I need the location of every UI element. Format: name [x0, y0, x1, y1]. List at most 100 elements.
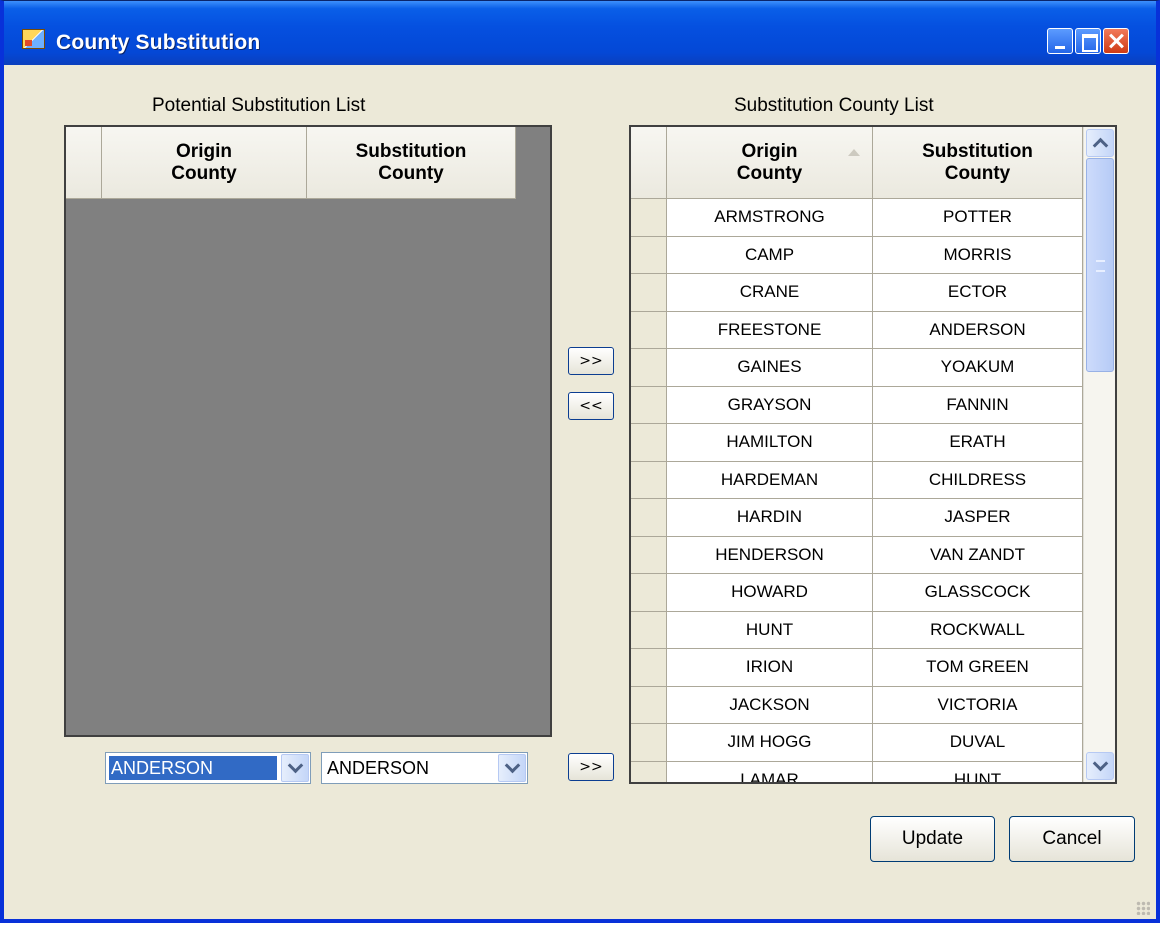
- row-header[interactable]: [631, 236, 667, 274]
- update-button[interactable]: Update: [870, 816, 995, 862]
- scroll-down-icon[interactable]: [1086, 752, 1114, 780]
- origin-county-select[interactable]: ANDERSON: [105, 752, 311, 784]
- origin-county-cell[interactable]: HENDERSON: [667, 536, 873, 574]
- column-header-origin-county[interactable]: Origin County: [102, 127, 307, 199]
- substitution-county-cell[interactable]: MORRIS: [873, 236, 1083, 274]
- substitution-county-cell[interactable]: ECTOR: [873, 274, 1083, 312]
- table-row[interactable]: FREESTONE ANDERSON: [631, 311, 1083, 349]
- substitution-county-cell[interactable]: FANNIN: [873, 386, 1083, 424]
- minimize-icon[interactable]: [1047, 28, 1073, 54]
- origin-county-cell[interactable]: HARDIN: [667, 499, 873, 537]
- origin-county-cell[interactable]: GRAYSON: [667, 386, 873, 424]
- origin-county-cell[interactable]: HARDEMAN: [667, 461, 873, 499]
- origin-county-cell[interactable]: GAINES: [667, 349, 873, 387]
- origin-county-cell[interactable]: IRION: [667, 649, 873, 687]
- row-header[interactable]: [631, 724, 667, 762]
- table-row[interactable]: GRAYSON FANNIN: [631, 386, 1083, 424]
- row-header-corner[interactable]: [631, 127, 667, 199]
- substitution-county-cell[interactable]: GLASSCOCK: [873, 574, 1083, 612]
- row-header[interactable]: [631, 536, 667, 574]
- row-header[interactable]: [631, 499, 667, 537]
- origin-county-cell[interactable]: LAMAR: [667, 761, 873, 782]
- substitution-county-cell[interactable]: ERATH: [873, 424, 1083, 462]
- table-row[interactable]: JIM HOGG DUVAL: [631, 724, 1083, 762]
- substitution-county-grid[interactable]: Origin County Substitution County ARMSTR…: [629, 125, 1117, 784]
- scroll-up-icon[interactable]: [1086, 129, 1114, 157]
- row-header[interactable]: [631, 349, 667, 387]
- substitution-county-cell[interactable]: POTTER: [873, 199, 1083, 237]
- row-header[interactable]: [631, 686, 667, 724]
- row-header[interactable]: [631, 311, 667, 349]
- substitution-county-cell[interactable]: VICTORIA: [873, 686, 1083, 724]
- resize-grip-icon[interactable]: [1136, 901, 1150, 915]
- grid-header: Origin County Substitution County: [66, 127, 516, 199]
- close-icon[interactable]: [1103, 28, 1129, 54]
- app-icon: [22, 29, 45, 49]
- table-row[interactable]: HAMILTON ERATH: [631, 424, 1083, 462]
- table-row[interactable]: CAMP MORRIS: [631, 236, 1083, 274]
- potential-list-title: Potential Substitution List: [152, 95, 366, 116]
- maximize-icon[interactable]: [1075, 28, 1101, 54]
- row-header[interactable]: [631, 274, 667, 312]
- row-header[interactable]: [631, 461, 667, 499]
- table-row[interactable]: GAINES YOAKUM: [631, 349, 1083, 387]
- substitution-county-cell[interactable]: VAN ZANDT: [873, 536, 1083, 574]
- substitution-county-cell[interactable]: YOAKUM: [873, 349, 1083, 387]
- title-bar[interactable]: County Substitution: [4, 1, 1156, 65]
- county-substitution-window: County Substitution Potential Substituti…: [0, 0, 1160, 923]
- table-row[interactable]: LAMAR HUNT: [631, 761, 1083, 782]
- cancel-button[interactable]: Cancel: [1009, 816, 1135, 862]
- row-header[interactable]: [631, 199, 667, 237]
- table-row[interactable]: HOWARD GLASSCOCK: [631, 574, 1083, 612]
- origin-county-cell[interactable]: HAMILTON: [667, 424, 873, 462]
- row-header[interactable]: [631, 761, 667, 782]
- table-row[interactable]: CRANE ECTOR: [631, 274, 1083, 312]
- row-header[interactable]: [631, 649, 667, 687]
- origin-county-cell[interactable]: HUNT: [667, 611, 873, 649]
- add-to-list-button[interactable]: >>: [568, 347, 614, 375]
- substitution-county-cell[interactable]: DUVAL: [873, 724, 1083, 762]
- origin-county-cell[interactable]: HOWARD: [667, 574, 873, 612]
- vertical-scrollbar[interactable]: [1083, 127, 1115, 782]
- row-header[interactable]: [631, 424, 667, 462]
- substitution-county-cell[interactable]: ANDERSON: [873, 311, 1083, 349]
- column-header-label: Origin County: [736, 140, 803, 184]
- substitution-county-cell[interactable]: HUNT: [873, 761, 1083, 782]
- table-row[interactable]: ARMSTRONG POTTER: [631, 199, 1083, 237]
- origin-county-cell[interactable]: JIM HOGG: [667, 724, 873, 762]
- origin-county-cell[interactable]: CRANE: [667, 274, 873, 312]
- grid-header: Origin County Substitution County: [631, 127, 1083, 199]
- substitution-county-cell[interactable]: TOM GREEN: [873, 649, 1083, 687]
- row-header[interactable]: [631, 611, 667, 649]
- column-header-substitution-county[interactable]: Substitution County: [873, 127, 1083, 199]
- substitution-county-select[interactable]: ANDERSON: [321, 752, 528, 784]
- chevron-down-icon[interactable]: [498, 754, 526, 782]
- table-row[interactable]: JACKSON VICTORIA: [631, 686, 1083, 724]
- column-header-origin-county[interactable]: Origin County: [667, 127, 873, 199]
- origin-county-cell[interactable]: CAMP: [667, 236, 873, 274]
- row-header-corner[interactable]: [66, 127, 102, 199]
- chevron-down-icon[interactable]: [281, 754, 309, 782]
- substitution-county-cell[interactable]: ROCKWALL: [873, 611, 1083, 649]
- substitution-county-cell[interactable]: CHILDRESS: [873, 461, 1083, 499]
- origin-county-cell[interactable]: ARMSTRONG: [667, 199, 873, 237]
- substitution-county-cell[interactable]: JASPER: [873, 499, 1083, 537]
- substitution-county-value: ANDERSON: [327, 758, 430, 778]
- origin-county-cell[interactable]: FREESTONE: [667, 311, 873, 349]
- add-selected-pair-button[interactable]: >>: [568, 753, 614, 781]
- column-header-substitution-county[interactable]: Substitution County: [307, 127, 516, 199]
- origin-county-cell[interactable]: JACKSON: [667, 686, 873, 724]
- grid-rows: ARMSTRONG POTTER CAMP MORRIS CRANE ECTOR FREES…: [631, 199, 1083, 782]
- potential-substitution-grid[interactable]: Origin County Substitution County: [64, 125, 552, 737]
- table-row[interactable]: HUNT ROCKWALL: [631, 611, 1083, 649]
- remove-from-list-button[interactable]: <<: [568, 392, 614, 420]
- table-row[interactable]: IRION TOM GREEN: [631, 649, 1083, 687]
- scroll-thumb[interactable]: [1086, 158, 1114, 372]
- table-row[interactable]: HARDEMAN CHILDRESS: [631, 461, 1083, 499]
- row-header[interactable]: [631, 574, 667, 612]
- table-row[interactable]: HENDERSON VAN ZANDT: [631, 536, 1083, 574]
- substitution-list-title: Substitution County List: [734, 95, 934, 116]
- table-row[interactable]: HARDIN JASPER: [631, 499, 1083, 537]
- row-header[interactable]: [631, 386, 667, 424]
- origin-county-value: ANDERSON: [109, 756, 277, 780]
